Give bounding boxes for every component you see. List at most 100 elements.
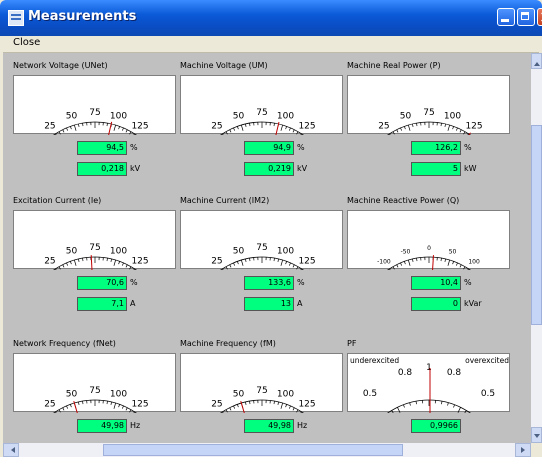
scroll-left-button[interactable] <box>3 443 19 457</box>
gauge-tick <box>456 262 458 266</box>
gauge-tick <box>459 264 462 268</box>
gauge-tick <box>447 402 449 406</box>
gauge-title: Machine Reactive Power (Q) <box>347 196 460 205</box>
analog-gauge: -150-100-50050100150 <box>347 210 510 270</box>
gauge-scale-label: 100 <box>110 111 127 121</box>
value-readout: 49,98 <box>77 419 127 433</box>
gauge-tick <box>245 258 247 262</box>
gauge-tick <box>74 124 77 131</box>
gauge-title: Machine Real Power (P) <box>347 61 441 70</box>
gauge-tick <box>404 261 406 265</box>
minimize-button[interactable] <box>497 8 515 26</box>
scroll-down-button[interactable] <box>531 427 542 443</box>
gauge-panel: Machine Voltage (UM)025507510012515094,9… <box>180 61 345 191</box>
gauge-tick <box>241 124 244 131</box>
window-title: Measurements <box>28 9 137 24</box>
gauge-tick <box>237 261 239 265</box>
gauge-scale-label: 0.5 <box>363 389 377 399</box>
scroll-right-button[interactable] <box>515 443 531 457</box>
menu-close[interactable]: Close <box>13 37 40 48</box>
title-bar[interactable]: Measurements <box>0 0 542 36</box>
gauge-tick <box>408 124 411 131</box>
gauge-scale-label: 100 <box>110 389 127 399</box>
horizontal-scroll-thumb[interactable] <box>103 444 403 456</box>
maximize-button[interactable] <box>517 8 535 26</box>
analog-gauge: 0255075100125150 <box>13 353 176 413</box>
unit-label: % <box>130 278 138 287</box>
gauge-tick <box>229 129 232 133</box>
gauge-tick <box>122 127 124 131</box>
gauge-panel: Network Voltage (UNet)025507510012515094… <box>13 61 178 191</box>
unit-label: % <box>130 143 138 152</box>
value-readout: 133,6 <box>244 276 294 290</box>
gauge-tick <box>78 123 80 127</box>
gauge-scale-label: 125 <box>131 256 148 266</box>
gauge-scale-label: 50 <box>449 248 457 255</box>
gauge-tick <box>222 268 224 270</box>
gauge-tick <box>74 259 77 266</box>
gauge-tick <box>237 404 239 408</box>
unit-label: % <box>464 278 472 287</box>
gauge-tick <box>82 401 84 405</box>
gauge-tick <box>457 407 461 413</box>
gauge-scale-label: 100 <box>110 246 127 256</box>
gauge-dial: 0255075100125150 <box>44 386 149 413</box>
gauge-scale-label: 75 <box>89 108 100 118</box>
gauge-tick <box>280 402 283 409</box>
gauge-tick <box>403 404 405 408</box>
gauge-tick <box>408 259 411 266</box>
gauge-tick <box>400 262 402 266</box>
gauge-tick <box>396 129 399 133</box>
gauge-tick <box>277 401 279 405</box>
gauge-scale-label: 125 <box>131 121 148 131</box>
gauge-tick <box>55 133 57 135</box>
gauge-scale-label: 50 <box>233 111 245 121</box>
gauge-scale-label: 25 <box>44 399 55 409</box>
gauge-scale-label: 75 <box>89 243 100 253</box>
gauge-title: Machine Current (IM2) <box>180 196 270 205</box>
gauge-tick <box>133 133 135 135</box>
gauge-tick <box>62 264 65 268</box>
gauge-scale-label: 75 <box>423 108 434 118</box>
scroll-up-button[interactable] <box>531 53 542 69</box>
gauge-scale-label: 50 <box>233 389 245 399</box>
gauge-tick <box>229 407 232 411</box>
gauge-tick <box>456 127 458 131</box>
value-readout: 0,218 <box>77 162 127 176</box>
gauge-tick <box>296 266 299 270</box>
gauge-dial: 0255075100125150 <box>211 386 316 413</box>
close-window-button[interactable] <box>537 8 542 26</box>
gauge-scale-label: 125 <box>465 121 482 131</box>
gauge-scale-label: 100 <box>277 111 294 121</box>
gauge-scale-label: 100 <box>444 111 461 121</box>
gauge-tick <box>447 124 450 131</box>
unit-label: kVar <box>464 299 482 308</box>
gauge-tick <box>118 126 120 130</box>
gauge-tick <box>78 258 80 262</box>
gauge-tick <box>440 123 442 127</box>
gauge-scale-label: 0.5 <box>481 389 495 399</box>
vertical-scrollbar[interactable] <box>531 53 542 443</box>
gauge-tick <box>237 126 239 130</box>
gauge-scale-label: 100 <box>277 246 294 256</box>
gauge-tick <box>280 259 283 266</box>
gauge-tick <box>249 401 251 405</box>
horizontal-scrollbar[interactable] <box>3 443 531 457</box>
gauge-scale-label: -100 <box>377 258 391 265</box>
gauge-tick <box>289 127 291 131</box>
value-readout: 13 <box>244 297 294 311</box>
gauge-tick <box>82 258 84 262</box>
value-readout: 0 <box>411 297 461 311</box>
gauge-tick <box>70 126 72 130</box>
gauge-tick <box>55 411 57 413</box>
vertical-scroll-thumb[interactable] <box>531 125 542 325</box>
gauge-panel: Excitation Current (Ie)02550751001251507… <box>13 196 178 326</box>
value-readout: 5 <box>411 162 461 176</box>
gauge-scale-label: 0 <box>427 245 431 252</box>
gauge-tick <box>229 264 232 268</box>
gauge-tick <box>277 258 279 262</box>
gauge-scale-label: 50 <box>66 246 78 256</box>
gauge-tick <box>125 264 128 268</box>
gauge-tick <box>273 123 275 127</box>
window-icon[interactable] <box>8 10 24 26</box>
